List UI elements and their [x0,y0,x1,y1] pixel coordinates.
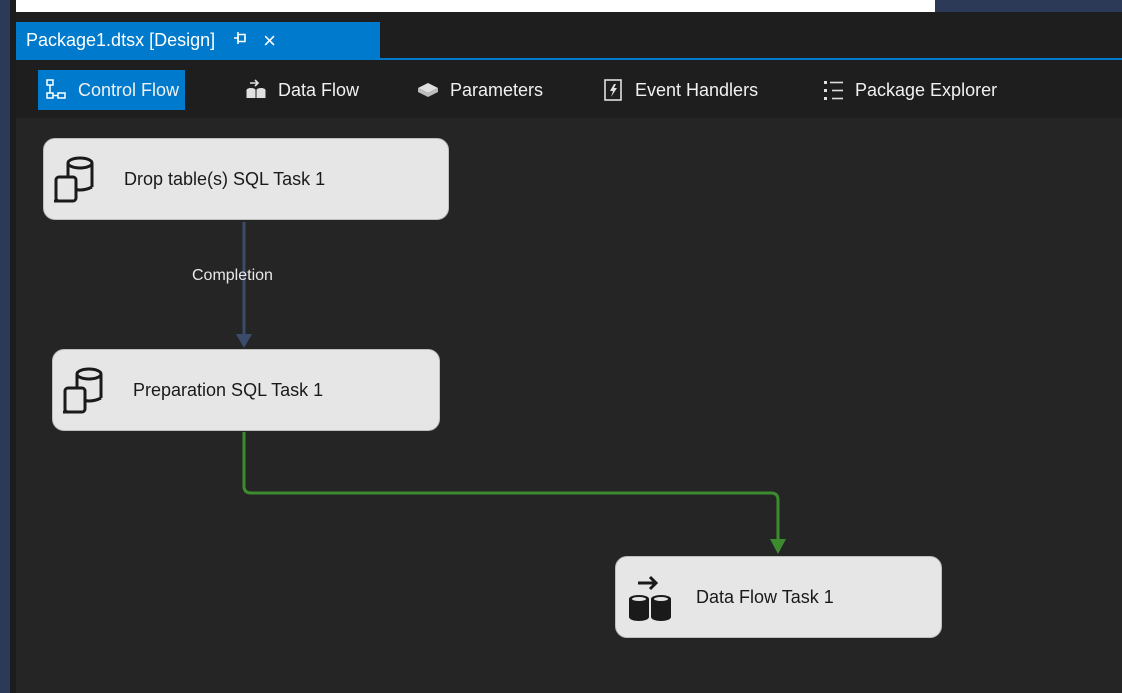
task-drop-table-sql[interactable]: Drop table(s) SQL Task 1 [43,138,449,220]
success-connector[interactable] [242,432,780,540]
task-label: Data Flow Task 1 [696,586,834,607]
task-label: Preparation SQL Task 1 [133,379,324,400]
task-preparation-sql[interactable]: Preparation SQL Task 1 [52,349,440,431]
task-label: Drop table(s) SQL Task 1 [124,168,326,189]
connector-layer [236,222,786,554]
completion-label: Completion [192,267,273,284]
sql-task-icon [50,153,106,205]
task-data-flow[interactable]: Data Flow Task 1 [615,556,942,638]
success-arrowhead [770,539,786,554]
completion-arrowhead [236,334,252,348]
data-flow-task-icon [622,571,678,623]
sql-task-icon [59,364,115,416]
